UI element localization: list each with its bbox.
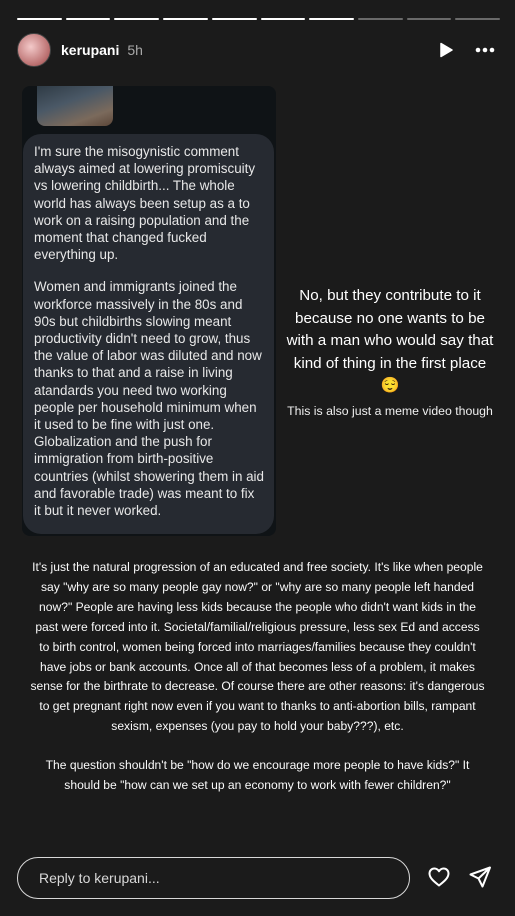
shared-photo-thumbnail — [37, 86, 113, 126]
story-paragraph: The question shouldn't be "how do we enc… — [45, 758, 470, 793]
header-actions — [439, 42, 495, 58]
progress-segment — [114, 18, 160, 20]
progress-segment — [211, 18, 257, 20]
story-progress — [17, 18, 501, 20]
dm-paragraph: Women and immigrants joined the workforc… — [34, 279, 264, 519]
story-text-block: It's just the natural progression of an … — [30, 558, 485, 796]
progress-segment — [357, 18, 403, 20]
story-paragraph: It's just the natural progression of an … — [30, 560, 485, 734]
more-dots-icon[interactable] — [475, 47, 495, 53]
dm-message-bubble: I'm sure the misogynistic comment always… — [23, 134, 274, 534]
play-icon[interactable] — [439, 42, 453, 58]
avatar[interactable] — [17, 33, 51, 67]
progress-segment — [163, 18, 208, 20]
reply-field[interactable] — [17, 857, 410, 899]
post-time: 5h — [127, 42, 143, 58]
progress-segment — [309, 18, 354, 20]
progress-segment — [17, 18, 62, 20]
progress-segment — [406, 18, 452, 20]
progress-segment — [65, 18, 111, 20]
dm-paragraph: I'm sure the misogynistic comment always… — [34, 144, 256, 263]
reply-input[interactable] — [37, 869, 409, 887]
heart-icon[interactable] — [427, 865, 451, 894]
progress-segment — [260, 18, 306, 20]
send-icon[interactable] — [468, 865, 492, 894]
story-caption: No, but they contribute to it because no… — [286, 287, 494, 395]
story-note: This is also just a meme video though — [287, 404, 493, 418]
story-header: kerupani 5h — [17, 33, 495, 67]
username[interactable]: kerupani — [61, 42, 119, 58]
progress-segment — [455, 18, 501, 20]
